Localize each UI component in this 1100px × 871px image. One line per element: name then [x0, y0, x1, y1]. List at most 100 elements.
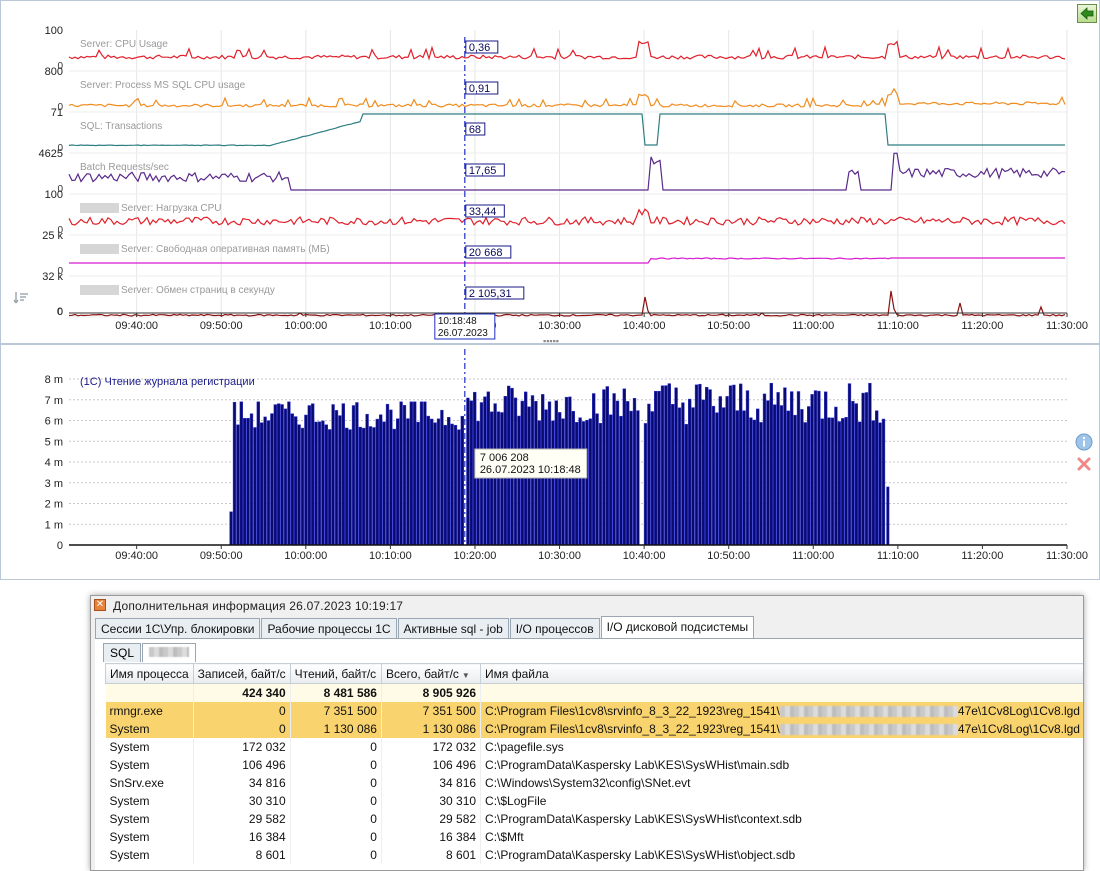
series-value: 0,36	[469, 42, 490, 54]
tab-active-sql[interactable]: Активные sql - job	[397, 618, 509, 639]
tab-sessions[interactable]: Сессии 1С\Упр. блокировки	[95, 618, 261, 639]
table-row[interactable]: System 30 310 0 30 310 C:\$LogFile	[105, 792, 1083, 810]
window-title-bar[interactable]: ✕ Дополнительная информация 26.07.2023 1…	[91, 596, 1083, 616]
col-file[interactable]: Имя файла	[480, 663, 1083, 684]
bar	[766, 400, 770, 546]
close-icon[interactable]	[1076, 456, 1092, 477]
bar	[368, 426, 373, 546]
col-process[interactable]: Имя процесса	[105, 663, 194, 684]
subtab-strip: SQL	[103, 643, 197, 662]
table-header-row: Имя процесса Записей, байт/с Чтений, бай…	[105, 663, 1083, 684]
cell-process: System	[105, 846, 194, 864]
cell-file: C:\$LogFile	[480, 792, 1083, 810]
metrics-chart[interactable]: 10080071462510025 k32 k00000000Server: C…	[1, 1, 1099, 346]
table-row[interactable]: System 106 496 0 106 496 C:\ProgramData\Kasp…	[105, 756, 1083, 774]
table-row[interactable]: SnSrv.exe 34 816 0 34 816 C:\Windows\System3…	[105, 774, 1083, 792]
bar	[667, 383, 671, 546]
bar	[851, 401, 855, 546]
bar	[861, 392, 865, 546]
table-row[interactable]: System 29 582 0 29 582 C:\ProgramData\Kasper…	[105, 810, 1083, 828]
bar	[837, 421, 841, 546]
y-tick-label: 6 m	[45, 416, 63, 428]
cell-total: 34 816	[381, 774, 482, 792]
col-writes[interactable]: Записей, байт/с	[192, 663, 291, 684]
table-row[interactable]: System 0 1 130 086 1 130 086 C:\Program File…	[105, 720, 1083, 738]
series-label: Server: Обмен страниц в секунду	[121, 284, 275, 296]
cell-process: System	[105, 720, 194, 738]
bar	[796, 391, 801, 546]
series-label: SQL: Transactions	[80, 121, 162, 132]
cell-total: 7 351 500	[381, 702, 482, 720]
bar	[725, 396, 729, 546]
bar	[341, 403, 345, 546]
window-title: Дополнительная информация 26.07.2023 10:…	[113, 599, 404, 613]
sort-icon[interactable]	[13, 290, 29, 311]
bar	[728, 385, 733, 546]
bar	[260, 422, 264, 546]
col-total[interactable]: Всего, байт/с ▼	[380, 663, 482, 684]
bar	[688, 398, 692, 546]
bar	[578, 417, 582, 546]
bar	[834, 406, 838, 546]
cell-reads: 0	[290, 828, 382, 846]
bar	[537, 420, 541, 546]
bar	[450, 423, 454, 546]
bar	[632, 398, 637, 546]
additional-info-window[interactable]: ✕ Дополнительная информация 26.07.2023 1…	[90, 595, 1084, 871]
metrics-chart-panel[interactable]: 100 800 71 4625 100 25 k 32 k 0 0 0 0 0 0 0 0 Server: C…	[0, 0, 1100, 346]
bar	[664, 385, 668, 546]
event-log-chart[interactable]: 8 m 7 m 6 m 5 m 4 m 3 m 2 m 1 m 0 (1С) Чтение жур…	[1, 345, 1099, 579]
cell-total: 8 601	[381, 846, 482, 864]
bar	[592, 393, 596, 546]
bar	[246, 417, 250, 546]
series-label: Server: Process MS SQL CPU usage	[80, 80, 246, 91]
bar	[399, 401, 403, 546]
cursor-date: 26.07.2023	[438, 328, 488, 339]
info-icon[interactable]	[1075, 433, 1093, 456]
lane-zero-label: 0	[57, 184, 63, 195]
bar	[786, 410, 790, 546]
bar	[243, 418, 247, 546]
cell-writes: 106 496	[193, 756, 291, 774]
series-label: Batch Requests/sec	[80, 162, 169, 173]
sort-desc-icon: ▼	[461, 670, 470, 680]
x-tick-label: 10:30:00	[538, 550, 581, 562]
bar	[280, 404, 284, 546]
series-value: 17,65	[469, 165, 497, 177]
redacted-path	[779, 706, 958, 718]
event-log-chart-panel[interactable]: 8 m 7 m 6 m 5 m 4 m 3 m 2 m 1 m 0 (1С) Чтение жур…	[0, 344, 1100, 580]
table-row[interactable]: System 16 384 0 16 384 C:\$Mft	[105, 828, 1083, 846]
x-tick-label: 10:10:00	[369, 320, 412, 332]
col-reads[interactable]: Чтений, байт/с	[289, 663, 382, 684]
table-row[interactable]: System 172 032 0 172 032 C:\pagefile.sys	[105, 738, 1083, 756]
back-arrow-button[interactable]	[1077, 4, 1097, 23]
redacted-block	[80, 285, 119, 295]
bar	[290, 413, 294, 546]
x-tick-label: 11:20:00	[961, 320, 1003, 332]
cell-process: System	[105, 738, 194, 756]
series-value: 2 105,31	[469, 288, 512, 300]
tab-work-processes[interactable]: Рабочие процессы 1С	[261, 618, 397, 639]
subtab-redacted[interactable]	[142, 643, 197, 662]
redacted-label	[149, 647, 190, 657]
bar	[674, 387, 678, 546]
bar	[878, 422, 882, 546]
bar	[681, 402, 685, 546]
tab-io-disk[interactable]: I/O дисковой подсистемы	[600, 616, 755, 639]
bar	[581, 421, 586, 546]
bar	[636, 410, 640, 546]
tab-io-processes[interactable]: I/O процессов	[509, 618, 600, 639]
bar	[715, 412, 719, 546]
bar	[331, 404, 335, 546]
table-row[interactable]: System 8 601 0 8 601 C:\ProgramData\Kaspersk…	[105, 846, 1083, 864]
x-tick-label: 10:40:00	[623, 550, 666, 562]
bar	[334, 410, 339, 546]
bar	[433, 422, 437, 546]
bar	[436, 418, 441, 546]
bar	[650, 411, 654, 546]
window-close-icon[interactable]: ✕	[94, 599, 106, 611]
table-row[interactable]: rmngr.exe 0 7 351 500 7 351 500 C:\Program F…	[105, 702, 1083, 720]
bar	[273, 404, 277, 546]
subtab-sql[interactable]: SQL	[103, 643, 142, 662]
bar	[338, 415, 342, 546]
